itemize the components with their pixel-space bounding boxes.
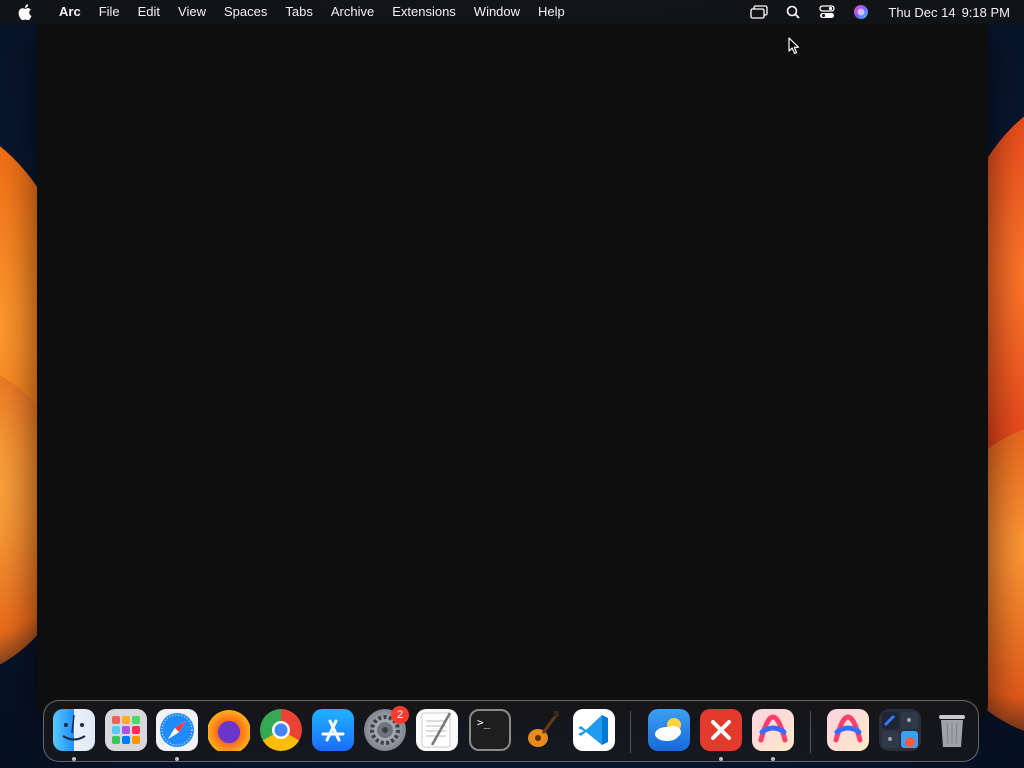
chrome-icon[interactable] — [260, 709, 302, 751]
menu-spaces[interactable]: Spaces — [215, 0, 276, 24]
weather-icon[interactable] — [648, 709, 690, 751]
arc-browser-window[interactable] — [37, 24, 988, 716]
firefox-icon[interactable] — [208, 709, 250, 751]
siri-icon[interactable] — [849, 0, 873, 24]
remote-desktop-icon[interactable] — [700, 709, 742, 751]
status-area: Thu Dec 14 9:18 PM — [742, 0, 1024, 24]
apple-menu-icon[interactable] — [18, 4, 34, 20]
menu-edit[interactable]: Edit — [129, 0, 169, 24]
menu-archive[interactable]: Archive — [322, 0, 383, 24]
menu-extensions[interactable]: Extensions — [383, 0, 465, 24]
menu-help[interactable]: Help — [529, 0, 574, 24]
stack-icon[interactable] — [879, 709, 921, 751]
menu-bar: Arc File Edit View Spaces Tabs Archive E… — [0, 0, 1024, 24]
terminal-icon[interactable]: >_ — [469, 709, 511, 751]
menu-window[interactable]: Window — [465, 0, 529, 24]
clock-date: Thu Dec 14 — [888, 4, 956, 20]
menu-view[interactable]: View — [169, 0, 215, 24]
menu-tabs[interactable]: Tabs — [276, 0, 321, 24]
running-indicator — [771, 757, 775, 761]
menu-clock[interactable]: Thu Dec 14 9:18 PM — [888, 5, 1010, 20]
running-indicator — [72, 757, 76, 761]
running-indicator — [175, 757, 179, 761]
menu-file[interactable]: File — [90, 0, 129, 24]
app-store-icon[interactable] — [312, 709, 354, 751]
control-center-icon[interactable] — [815, 0, 839, 24]
vscode-icon[interactable] — [573, 709, 615, 751]
mouse-cursor-icon — [788, 37, 800, 55]
textedit-icon[interactable] — [416, 709, 458, 751]
launchpad-icon[interactable] — [105, 709, 147, 751]
arc-icon[interactable] — [752, 709, 794, 751]
settings-notification-badge: 2 — [391, 706, 409, 724]
dock-separator — [810, 711, 811, 753]
dock-separator — [630, 711, 631, 753]
finder-icon[interactable] — [53, 709, 95, 751]
terminal-prompt: >_ — [477, 716, 491, 729]
clock-time: 9:18 PM — [961, 4, 1010, 20]
garageband-icon[interactable] — [521, 709, 563, 751]
spotlight-search-icon[interactable] — [781, 0, 805, 24]
dock: >_ — [43, 700, 979, 762]
running-indicator — [719, 757, 723, 761]
arc-icon[interactable] — [827, 709, 869, 751]
safari-icon[interactable] — [156, 709, 198, 751]
screen-mirroring-icon[interactable] — [747, 0, 771, 24]
menu-app-name[interactable]: Arc — [50, 0, 90, 24]
trash-icon[interactable] — [931, 709, 973, 751]
